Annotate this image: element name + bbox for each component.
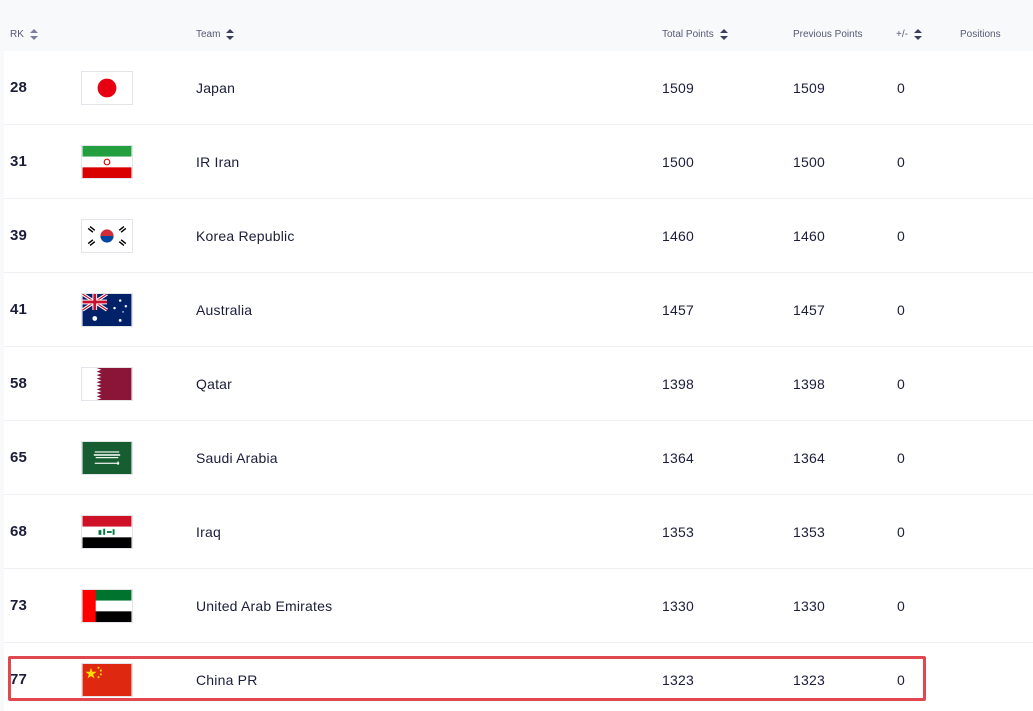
team-name[interactable]: China PR: [196, 643, 258, 711]
iran-flag-icon: [81, 144, 133, 179]
previous-points-header-label: Previous Points: [793, 29, 863, 40]
total-points-cell: 1500: [662, 153, 694, 170]
previous-points-cell: 1460: [793, 227, 825, 244]
total-points-column-header[interactable]: Total Points: [662, 29, 728, 40]
total-points-cell: 1364: [662, 449, 694, 466]
table-row[interactable]: 65 Saudi Arabia 1364 1364 0: [4, 421, 1033, 495]
total-points-cell: 1457: [662, 301, 694, 318]
total-points-cell: 1398: [662, 375, 694, 392]
flag-cell: [81, 125, 133, 198]
diff-cell: 0: [897, 597, 905, 614]
table-row[interactable]: 28 Japan 1509 1509 0: [4, 51, 1033, 125]
rank-cell: 31: [10, 153, 28, 170]
flag-cell: [81, 51, 133, 124]
total-points-cell: 1460: [662, 227, 694, 244]
table-row[interactable]: 41 Australia 1457 1457 0: [4, 273, 1033, 347]
flag-cell: [81, 199, 133, 272]
total-points-cell: 1509: [662, 79, 694, 96]
rank-cell: 58: [10, 375, 28, 392]
team-name[interactable]: Qatar: [196, 347, 232, 420]
korea-flag-icon: [81, 218, 133, 253]
rank-cell: 73: [10, 597, 28, 614]
positions-header-label: Positions: [960, 29, 1001, 40]
previous-points-cell: 1457: [793, 301, 825, 318]
rk-column-header[interactable]: RK: [10, 29, 38, 40]
uae-flag-icon: [81, 588, 133, 623]
previous-points-cell: 1364: [793, 449, 825, 466]
flag-cell: [81, 273, 133, 346]
ranking-table: RK Team Total Points Previous Points +/-…: [0, 0, 1033, 711]
saudi-arabia-flag-icon: [81, 440, 133, 475]
diff-cell: 0: [897, 523, 905, 540]
team-name[interactable]: IR Iran: [196, 125, 239, 198]
total-points-cell: 1330: [662, 597, 694, 614]
sort-icon: [913, 29, 922, 40]
team-name[interactable]: Australia: [196, 273, 252, 346]
qatar-flag-icon: [81, 366, 133, 401]
rank-cell: 77: [10, 671, 28, 688]
sort-icon: [719, 29, 728, 40]
table-header: RK Team Total Points Previous Points +/-…: [0, 0, 1033, 50]
rank-cell: 65: [10, 449, 28, 466]
rank-cell: 68: [10, 523, 28, 540]
team-name[interactable]: Saudi Arabia: [196, 421, 278, 494]
table-row[interactable]: 68 Iraq 1353 1353 0: [4, 495, 1033, 569]
previous-points-cell: 1500: [793, 153, 825, 170]
previous-points-cell: 1353: [793, 523, 825, 540]
australia-flag-icon: [81, 292, 133, 327]
table-body: 28 Japan 1509 1509 0 31 IR Iran 1500 150…: [4, 51, 1033, 711]
table-row[interactable]: 77 China PR 1323 1323 0: [4, 643, 1033, 711]
previous-points-cell: 1509: [793, 79, 825, 96]
china-flag-icon: [81, 662, 133, 697]
rk-header-label: RK: [10, 29, 24, 40]
team-name[interactable]: Iraq: [196, 495, 221, 568]
rank-cell: 39: [10, 227, 28, 244]
table-row[interactable]: 73 United Arab Emirates 1330 1330 0: [4, 569, 1033, 643]
previous-points-column-header: Previous Points: [793, 29, 862, 40]
table-row[interactable]: 58 Qatar 1398 1398 0: [4, 347, 1033, 421]
rank-cell: 28: [10, 79, 28, 96]
table-row[interactable]: 31 IR Iran 1500 1500 0: [4, 125, 1033, 199]
total-points-cell: 1323: [662, 671, 694, 688]
flag-cell: [81, 569, 133, 642]
japan-flag-icon: [81, 70, 133, 105]
rank-cell: 41: [10, 301, 28, 318]
total-points-header-label: Total Points: [662, 29, 714, 40]
iraq-flag-icon: [81, 514, 133, 549]
diff-header-label: +/-: [896, 29, 908, 40]
diff-cell: 0: [897, 301, 905, 318]
team-name[interactable]: United Arab Emirates: [196, 569, 332, 642]
previous-points-cell: 1323: [793, 671, 825, 688]
diff-cell: 0: [897, 375, 905, 392]
diff-cell: 0: [897, 153, 905, 170]
total-points-cell: 1353: [662, 523, 694, 540]
sort-icon: [29, 29, 38, 40]
diff-column-header[interactable]: +/-: [896, 29, 922, 40]
flag-cell: [81, 495, 133, 568]
diff-cell: 0: [897, 227, 905, 244]
team-column-header[interactable]: Team: [196, 29, 235, 40]
previous-points-cell: 1398: [793, 375, 825, 392]
flag-cell: [81, 421, 133, 494]
team-name[interactable]: Japan: [196, 51, 235, 124]
positions-column-header: Positions: [960, 29, 1001, 40]
team-name[interactable]: Korea Republic: [196, 199, 295, 272]
sort-icon: [226, 29, 235, 40]
previous-points-cell: 1330: [793, 597, 825, 614]
table-row[interactable]: 39 Korea Republic 1460 1460 0: [4, 199, 1033, 273]
flag-cell: [81, 643, 133, 711]
diff-cell: 0: [897, 671, 905, 688]
team-header-label: Team: [196, 29, 221, 40]
diff-cell: 0: [897, 449, 905, 466]
diff-cell: 0: [897, 79, 905, 96]
flag-cell: [81, 347, 133, 420]
